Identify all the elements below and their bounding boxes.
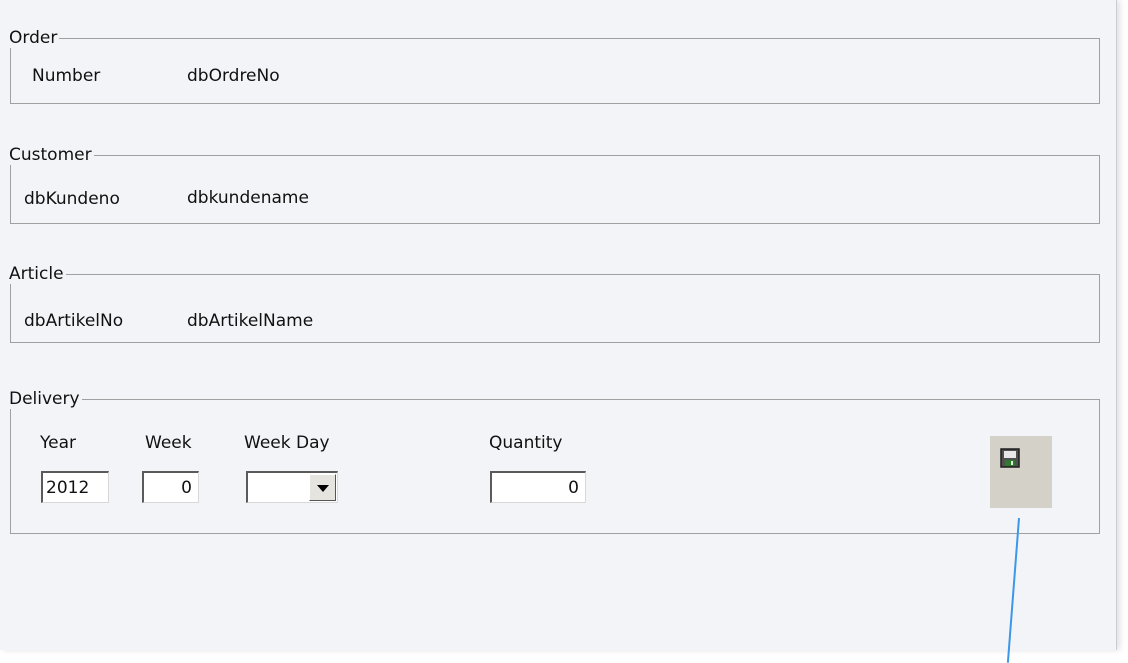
form-window: Order Number dbOrdreNo Customer dbKunden… — [0, 0, 1117, 663]
delivery-group-title: Delivery — [9, 389, 82, 409]
article-name-value: dbArtikelName — [187, 311, 314, 331]
order-number-value: dbOrdreNo — [187, 66, 280, 86]
customer-name-value: dbkundename — [187, 188, 309, 208]
customer-group-title: Customer — [9, 145, 94, 165]
article-number-value: dbArtikelNo — [24, 311, 124, 331]
chevron-down-icon[interactable] — [309, 474, 336, 501]
floppy-disk-icon — [1000, 448, 1020, 468]
customer-number-value: dbKundeno — [24, 189, 120, 209]
weekday-select[interactable] — [246, 471, 338, 503]
save-button[interactable] — [990, 436, 1052, 508]
order-number-label: Number — [32, 66, 101, 86]
week-field[interactable] — [142, 471, 199, 503]
delivery-group: Delivery Year Week Week Day Quantity — [9, 389, 1100, 534]
year-field[interactable] — [41, 471, 109, 503]
article-group: Article dbArtikelNo dbArtikelName — [9, 264, 1100, 343]
quantity-label: Quantity — [489, 433, 563, 453]
article-group-title: Article — [9, 264, 66, 284]
customer-group: Customer dbKundeno dbkundename — [9, 145, 1100, 224]
order-group-title: Order — [9, 28, 60, 48]
order-group: Order Number dbOrdreNo — [9, 28, 1100, 104]
connector-line — [1006, 518, 1020, 663]
week-label: Week — [145, 433, 192, 453]
quantity-field[interactable] — [490, 471, 586, 503]
year-label: Year — [40, 433, 76, 453]
weekday-label: Week Day — [244, 433, 330, 453]
